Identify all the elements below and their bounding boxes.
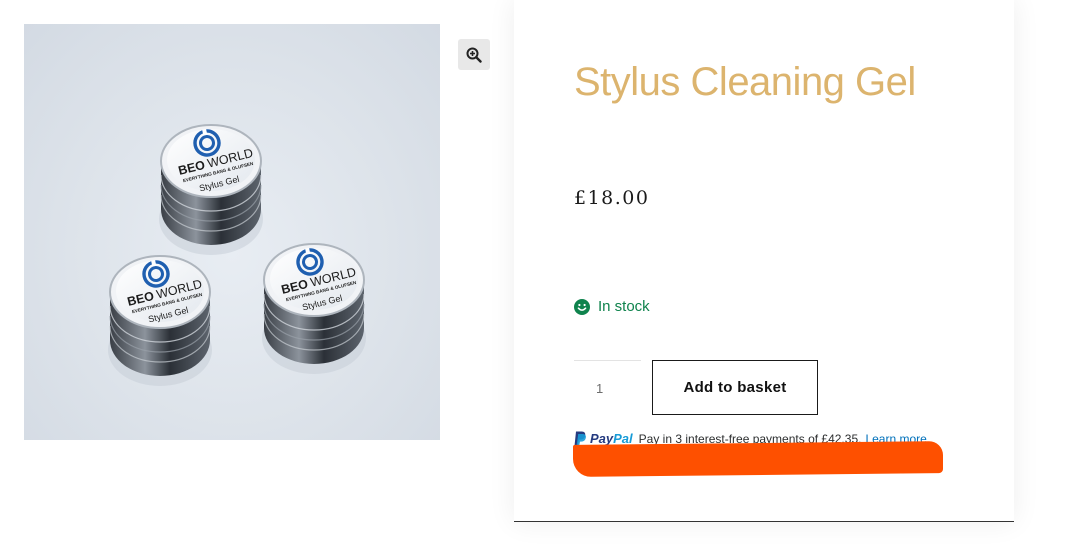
add-to-basket-button[interactable]: Add to basket [652,360,818,415]
product-page: BEO WORLD EVERYTHING BANG & OLUFSEN Styl… [0,0,1073,550]
quantity-input[interactable] [574,360,641,415]
product-photo: BEO WORLD EVERYTHING BANG & OLUFSEN Styl… [106,123,368,388]
stock-label: In stock [598,298,650,315]
product-price: £18.00 [574,187,650,209]
product-summary: Stylus Cleaning Gel £18.00 In stock Add … [514,0,1014,522]
redaction-bar [573,441,943,477]
stock-status: In stock [574,298,650,315]
paypal-logo-icon [574,431,586,446]
product-title: Stylus Cleaning Gel [574,60,916,104]
product-image[interactable]: BEO WORLD EVERYTHING BANG & OLUFSEN Styl… [24,24,440,440]
zoom-button[interactable] [458,39,490,70]
zoom-in-icon [466,47,482,63]
smiley-check-icon [574,298,590,315]
